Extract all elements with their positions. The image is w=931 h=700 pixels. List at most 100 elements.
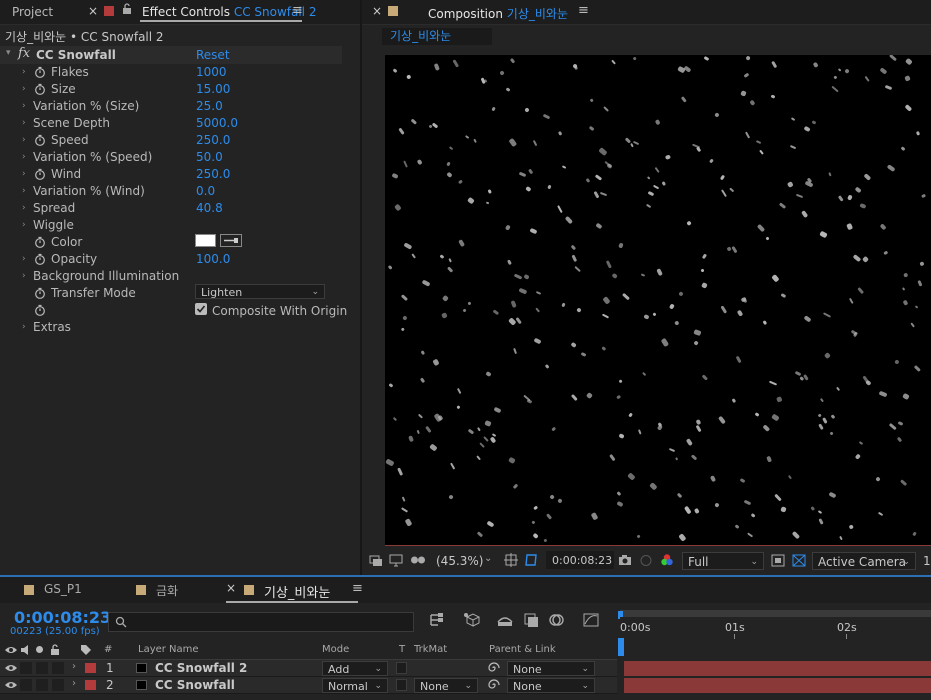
color-swatch[interactable] (195, 234, 216, 247)
view-layout-count[interactable]: 1 (923, 554, 931, 568)
lock-icon[interactable] (122, 3, 132, 15)
transparency-grid-icon[interactable] (792, 554, 806, 567)
layer-mode-dropdown[interactable]: Add ⌄ (322, 661, 388, 676)
stopwatch-icon[interactable] (34, 236, 46, 248)
eye-icon[interactable] (4, 680, 18, 690)
expand-arrow-icon[interactable]: › (22, 115, 26, 132)
grid-guides-icon[interactable] (504, 553, 518, 567)
parent-dropdown[interactable]: None ⌄ (507, 661, 595, 676)
stopwatch-icon[interactable] (34, 168, 46, 180)
layer-name[interactable]: CC Snowfall (155, 678, 235, 692)
expand-arrow-icon[interactable]: › (22, 268, 26, 285)
property-value[interactable]: 100.0 (196, 251, 230, 268)
show-snapshot-icon[interactable] (639, 554, 653, 567)
tab-composition[interactable]: Composition 기상_비와눈 (428, 5, 568, 22)
expand-arrow-icon[interactable]: › (22, 200, 26, 217)
solo-icon[interactable] (36, 646, 43, 653)
comp-navigator-chip[interactable]: 기상_비와눈 (382, 28, 492, 45)
panel-menu-icon[interactable]: ≡ (352, 581, 363, 596)
comp-flowchart-icon[interactable] (428, 612, 448, 630)
camera-snapshot-icon[interactable] (618, 554, 632, 567)
lock-toggle[interactable] (52, 662, 64, 674)
viewer-timecode[interactable]: 0:00:08:23 (552, 554, 612, 567)
stopwatch-icon[interactable] (34, 66, 46, 78)
expand-arrow-icon[interactable]: › (22, 251, 26, 268)
preserve-transparency-toggle[interactable] (396, 679, 407, 691)
layer-row[interactable]: › 1 CC Snowfall 2 Add ⌄ None ⌄ (0, 660, 931, 677)
tab-project[interactable]: Project (12, 5, 53, 19)
solo-toggle[interactable] (36, 662, 48, 674)
resolution-dropdown[interactable]: Full ⌄ (682, 552, 764, 570)
lock-icon[interactable] (50, 644, 60, 656)
always-preview-icon[interactable] (369, 554, 383, 567)
effect-expand-arrow[interactable]: ▾ (6, 48, 11, 58)
layer-duration-bar[interactable] (624, 678, 931, 693)
property-value[interactable]: 0.0 (196, 183, 215, 200)
frame-blending-icon[interactable] (522, 612, 542, 630)
composition-viewer[interactable] (385, 55, 931, 546)
expand-arrow-icon[interactable]: › (22, 319, 26, 336)
label-tag-icon[interactable] (80, 644, 92, 656)
motion-blur-icon[interactable] (548, 612, 568, 630)
property-value[interactable]: 1000 (196, 64, 227, 81)
playhead[interactable] (618, 638, 624, 656)
close-icon[interactable]: × (372, 4, 382, 18)
lock-toggle[interactable] (52, 679, 64, 691)
time-ruler[interactable]: 0:00s 01s 02s (620, 617, 931, 639)
close-icon[interactable]: × (88, 4, 98, 18)
solo-toggle[interactable] (36, 679, 48, 691)
property-value[interactable]: 40.8 (196, 200, 223, 217)
column-layer-name[interactable]: Layer Name (138, 644, 199, 655)
pick-whip-icon[interactable] (488, 662, 500, 674)
stopwatch-icon[interactable] (34, 287, 46, 299)
expand-arrow-icon[interactable]: › (22, 217, 26, 234)
chevron-down-icon[interactable]: ⌄ (484, 553, 492, 564)
tab-effect-controls[interactable]: Effect Controls CC Snowfall 2 (142, 5, 316, 19)
expand-arrow-icon[interactable]: › (72, 661, 76, 672)
camera-view-dropdown[interactable]: Active Camera ⌄ (812, 552, 916, 570)
timeline-current-time[interactable]: 0:00:08:23 (14, 608, 111, 627)
stopwatch-icon[interactable] (34, 253, 46, 265)
property-value[interactable]: 5000.0 (196, 115, 238, 132)
parent-dropdown[interactable]: None ⌄ (507, 678, 595, 693)
3d-glasses-icon[interactable] (410, 554, 426, 567)
panel-menu-icon[interactable]: ≡ (292, 3, 303, 18)
expand-arrow-icon[interactable]: › (22, 64, 26, 81)
eye-icon[interactable] (4, 663, 18, 673)
graph-editor-icon[interactable] (582, 612, 602, 630)
property-value[interactable]: 25.0 (196, 98, 223, 115)
stopwatch-icon[interactable] (34, 83, 46, 95)
stopwatch-icon[interactable] (34, 304, 46, 316)
panel-menu-icon[interactable]: ≡ (578, 3, 589, 18)
preserve-transparency-toggle[interactable] (396, 662, 407, 674)
audio-toggle[interactable] (20, 662, 32, 674)
color-channels-icon[interactable] (660, 553, 674, 567)
close-icon[interactable]: × (226, 581, 236, 595)
layer-row[interactable]: › 2 CC Snowfall Normal ⌄ None ⌄ None ⌄ (0, 677, 931, 694)
property-value[interactable]: 15.00 (196, 81, 230, 98)
layer-search-input[interactable] (108, 612, 414, 632)
expand-arrow-icon[interactable]: › (22, 81, 26, 98)
expand-arrow-icon[interactable]: › (22, 149, 26, 166)
work-area-bar[interactable] (620, 610, 931, 617)
region-of-interest-icon[interactable] (771, 554, 785, 567)
expand-arrow-icon[interactable]: › (22, 183, 26, 200)
layer-duration-bar[interactable] (624, 661, 931, 676)
property-value[interactable]: 50.0 (196, 149, 223, 166)
layer-name[interactable]: CC Snowfall 2 (155, 661, 247, 675)
audio-toggle[interactable] (20, 679, 32, 691)
draft-3d-icon[interactable] (462, 612, 482, 630)
monitor-icon[interactable] (389, 554, 403, 567)
eye-icon[interactable] (4, 644, 18, 656)
reset-button[interactable]: Reset (196, 48, 230, 62)
shy-layers-icon[interactable] (496, 612, 516, 630)
pick-whip-icon[interactable] (488, 679, 500, 691)
layer-mode-dropdown[interactable]: Normal ⌄ (322, 678, 388, 693)
composite-checkbox[interactable] (195, 303, 207, 315)
transfer-mode-dropdown[interactable]: Lighten ⌄ (195, 284, 325, 299)
layer-label-color[interactable] (85, 680, 96, 690)
eyedropper-icon[interactable] (220, 234, 242, 247)
fx-icon[interactable]: fx (18, 46, 30, 61)
expand-arrow-icon[interactable]: › (72, 678, 76, 689)
property-value[interactable]: 250.0 (196, 166, 230, 183)
